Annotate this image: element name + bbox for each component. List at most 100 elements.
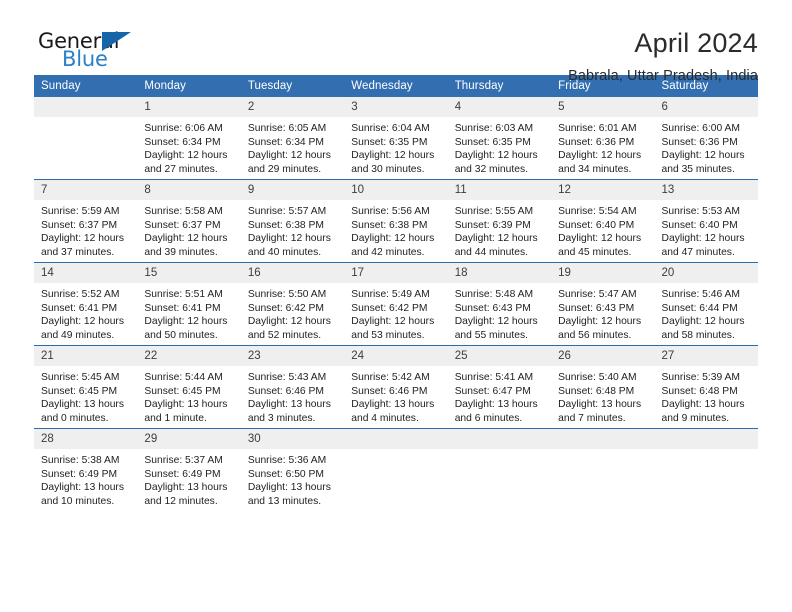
calendar-day-cell[interactable]: 22 Sunrise: 5:44 AM Sunset: 6:45 PM Dayligh… [137, 345, 241, 429]
day-number: 29 [137, 429, 241, 449]
sunset-text: Sunset: 6:37 PM [41, 219, 118, 231]
calendar-day-cell[interactable]: 7 Sunrise: 5:59 AM Sunset: 6:37 PM Daylight… [34, 179, 138, 263]
calendar-day-cell[interactable]: 24 Sunrise: 5:42 AM Sunset: 6:46 PM Dayligh… [344, 345, 448, 429]
daylight-text: and 13 minutes. [247, 495, 322, 507]
calendar-day-cell[interactable]: 2 Sunrise: 6:05 AM Sunset: 6:34 PM Daylight… [240, 97, 345, 180]
calendar-day-cell[interactable]: 19 Sunrise: 5:47 AM Sunset: 6:43 PM Dayligh… [551, 262, 655, 346]
sunset-text: Sunset: 6:42 PM [351, 302, 428, 314]
day-number [447, 429, 552, 449]
daylight-text: and 10 minutes. [41, 495, 115, 507]
daylight-text: Daylight: 13 hours [661, 399, 745, 411]
day-number [34, 97, 138, 117]
daylight-text: Daylight: 12 hours [41, 316, 124, 328]
sunset-text: Sunset: 6:43 PM [454, 302, 531, 314]
daylight-text: Daylight: 13 hours [558, 399, 642, 411]
day-detail-text: Sunrise: 6:01 AM Sunset: 6:36 PM Daylight:… [551, 117, 654, 179]
sunset-text: Sunset: 6:41 PM [144, 302, 221, 314]
day-number: 28 [34, 429, 138, 449]
day-number: 4 [447, 97, 552, 117]
calendar-day-cell[interactable]: 21 Sunrise: 5:45 AM Sunset: 6:45 PM Dayligh… [34, 345, 138, 429]
calendar-page: General Blue April 2024 Babrala, Uttar P… [0, 0, 792, 612]
calendar-day-cell[interactable]: 9 Sunrise: 5:57 AM Sunset: 6:38 PM Daylight… [240, 179, 345, 263]
day-number: 26 [551, 346, 655, 366]
daylight-text: Daylight: 12 hours [558, 316, 642, 328]
day-detail-text: Sunrise: 5:43 AM Sunset: 6:46 PM Daylight:… [241, 366, 344, 428]
day-detail-text: Sunrise: 5:39 AM Sunset: 6:48 PM Daylight:… [655, 366, 758, 428]
daylight-text: Daylight: 12 hours [661, 316, 745, 328]
calendar-day-cell[interactable]: 17 Sunrise: 5:49 AM Sunset: 6:42 PM Dayligh… [344, 262, 448, 346]
day-detail-text: Sunrise: 6:06 AM Sunset: 6:34 PM Daylight:… [137, 117, 240, 179]
daylight-text: Daylight: 12 hours [144, 150, 228, 162]
calendar-day-cell[interactable]: 4 Sunrise: 6:03 AM Sunset: 6:35 PM Daylight… [447, 97, 552, 180]
daylight-text: and 40 minutes. [247, 246, 322, 258]
day-number: 17 [344, 263, 448, 283]
sunset-text: Sunset: 6:40 PM [661, 219, 738, 231]
calendar-day-cell[interactable]: 3 Sunrise: 6:04 AM Sunset: 6:35 PM Daylight… [344, 97, 448, 180]
day-number: 6 [654, 97, 758, 117]
sunset-text: Sunset: 6:47 PM [454, 385, 531, 397]
day-number: 24 [344, 346, 448, 366]
calendar-day-cell[interactable]: 5 Sunrise: 6:01 AM Sunset: 6:36 PM Daylight… [551, 97, 655, 180]
calendar-day-cell[interactable]: 1 Sunrise: 6:06 AM Sunset: 6:34 PM Daylight… [137, 97, 241, 180]
daylight-text: and 53 minutes. [351, 329, 425, 341]
calendar-day-cell[interactable]: 15 Sunrise: 5:51 AM Sunset: 6:41 PM Dayligh… [137, 262, 241, 346]
sunrise-text: Sunrise: 5:38 AM [41, 455, 120, 466]
day-number: 11 [447, 180, 552, 200]
sunset-text: Sunset: 6:34 PM [144, 136, 221, 148]
calendar-day-cell[interactable]: 13 Sunrise: 5:53 AM Sunset: 6:40 PM Dayligh… [654, 179, 758, 263]
day-number: 5 [551, 97, 655, 117]
daylight-text: and 45 minutes. [558, 246, 632, 258]
daylight-text: and 6 minutes. [454, 412, 523, 424]
calendar-day-cell[interactable]: 14 Sunrise: 5:52 AM Sunset: 6:41 PM Dayligh… [34, 262, 138, 346]
calendar-day-cell[interactable]: 28 Sunrise: 5:38 AM Sunset: 6:49 PM Dayligh… [34, 428, 138, 511]
sunrise-text: Sunrise: 5:41 AM [454, 372, 534, 383]
calendar-day-cell[interactable]: 8 Sunrise: 5:58 AM Sunset: 6:37 PM Daylight… [137, 179, 241, 263]
calendar-day-cell[interactable]: 6 Sunrise: 6:00 AM Sunset: 6:36 PM Daylight… [654, 97, 758, 180]
daylight-text: Daylight: 12 hours [558, 233, 642, 245]
calendar-day-cell[interactable]: 10 Sunrise: 5:56 AM Sunset: 6:38 PM Dayligh… [344, 179, 448, 263]
calendar-day-cell[interactable]: 30 Sunrise: 5:36 AM Sunset: 6:50 PM Dayligh… [240, 428, 345, 511]
day-detail-text: Sunrise: 5:42 AM Sunset: 6:46 PM Daylight:… [344, 366, 447, 428]
daylight-text: and 7 minutes. [558, 412, 626, 424]
calendar-day-cell[interactable]: 11 Sunrise: 5:55 AM Sunset: 6:39 PM Dayligh… [447, 179, 552, 263]
daylight-text: and 27 minutes. [144, 163, 218, 175]
sunset-text: Sunset: 6:45 PM [41, 385, 118, 397]
sunset-text: Sunset: 6:40 PM [558, 219, 635, 231]
calendar-day-cell[interactable]: 27 Sunrise: 5:39 AM Sunset: 6:48 PM Dayligh… [654, 345, 758, 429]
calendar-day-cell[interactable]: 20 Sunrise: 5:46 AM Sunset: 6:44 PM Dayligh… [654, 262, 758, 346]
daylight-text: Daylight: 13 hours [247, 482, 331, 494]
daylight-text: Daylight: 12 hours [41, 233, 124, 245]
calendar-day-cell[interactable]: 23 Sunrise: 5:43 AM Sunset: 6:46 PM Dayligh… [240, 345, 345, 429]
sunrise-text: Sunrise: 5:43 AM [247, 372, 327, 383]
sunrise-sunset-calendar: Sunday Monday Tuesday Wednesday Thursday Frid… [34, 75, 758, 511]
sunrise-text: Sunrise: 6:03 AM [454, 123, 534, 134]
daylight-text: Daylight: 12 hours [247, 150, 331, 162]
day-number: 8 [137, 180, 241, 200]
day-number: 7 [34, 180, 138, 200]
calendar-day-cell[interactable]: 16 Sunrise: 5:50 AM Sunset: 6:42 PM Dayligh… [240, 262, 345, 346]
calendar-day-cell[interactable]: 25 Sunrise: 5:41 AM Sunset: 6:47 PM Dayligh… [447, 345, 552, 429]
calendar-day-cell[interactable]: 26 Sunrise: 5:40 AM Sunset: 6:48 PM Dayligh… [551, 345, 655, 429]
weekday-header-wednesday: Wednesday [344, 75, 448, 97]
sunrise-text: Sunrise: 5:47 AM [558, 289, 637, 300]
calendar-day-cell[interactable]: 18 Sunrise: 5:48 AM Sunset: 6:43 PM Dayligh… [447, 262, 552, 346]
daylight-text: Daylight: 12 hours [351, 316, 435, 328]
sunrise-text: Sunrise: 5:44 AM [144, 372, 223, 383]
day-detail-text: Sunrise: 5:44 AM Sunset: 6:45 PM Daylight:… [137, 366, 240, 428]
sunset-text: Sunset: 6:35 PM [454, 136, 531, 148]
daylight-text: and 35 minutes. [661, 163, 735, 175]
daylight-text: Daylight: 13 hours [454, 399, 538, 411]
sunset-text: Sunset: 6:49 PM [41, 468, 118, 480]
sunrise-text: Sunrise: 5:55 AM [454, 206, 534, 217]
sunrise-text: Sunrise: 6:04 AM [351, 123, 430, 134]
calendar-day-cell[interactable]: 29 Sunrise: 5:37 AM Sunset: 6:49 PM Dayligh… [137, 428, 241, 511]
brand-logo[interactable]: General Blue [34, 28, 187, 76]
day-number: 18 [447, 263, 552, 283]
daylight-text: Daylight: 12 hours [351, 233, 435, 245]
sunset-text: Sunset: 6:48 PM [558, 385, 635, 397]
sunrise-text: Sunrise: 6:00 AM [661, 123, 740, 134]
day-number: 27 [654, 346, 758, 366]
page-title: April 2024 [634, 28, 758, 58]
calendar-day-cell[interactable]: 12 Sunrise: 5:54 AM Sunset: 6:40 PM Dayligh… [551, 179, 655, 263]
day-detail-text: Sunrise: 5:55 AM Sunset: 6:39 PM Daylight:… [448, 200, 551, 262]
